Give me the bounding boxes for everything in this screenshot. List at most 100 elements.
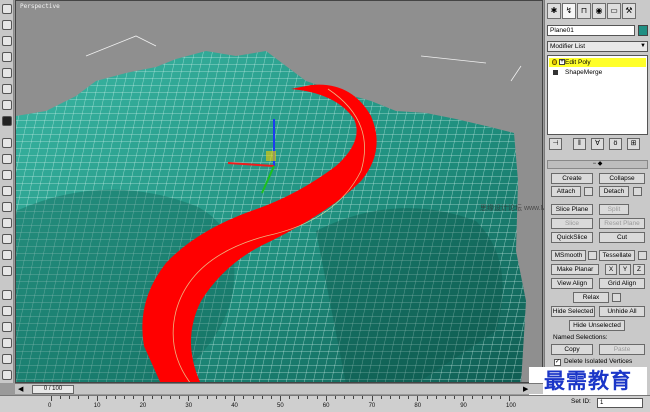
delete-isolated-checkbox[interactable]: ✓ (554, 359, 561, 366)
tool-icon[interactable] (2, 370, 12, 380)
edit-geometry-rollout-header[interactable]: − ◆ (547, 160, 648, 169)
modifier-list-dropdown[interactable]: Modifier List ▼ (547, 41, 648, 52)
slice-plane-button[interactable]: Slice Plane (551, 204, 593, 215)
collapse-button[interactable]: Collapse (599, 173, 645, 184)
tool-icon[interactable] (2, 354, 12, 364)
attach-settings-icon[interactable] (584, 187, 593, 196)
next-frame-icon[interactable]: ▶ (523, 385, 528, 393)
tab-utilities[interactable]: ⚒ (622, 3, 636, 19)
msmooth-button[interactable]: MSmooth (551, 250, 586, 261)
ruler-tick (115, 396, 117, 399)
ruler-tick (179, 396, 181, 399)
tool-icon[interactable] (2, 322, 12, 332)
time-slider-bar[interactable]: ◀ 0 / 100 ▶ (15, 383, 543, 394)
stack-item-edit-poly[interactable]: + Edit Poly (549, 58, 646, 67)
tab-hierarchy[interactable]: ⊓ (577, 3, 591, 19)
viewport-label[interactable]: Perspective (20, 3, 60, 10)
modifier-stack: + Edit Poly ShapeMerge (547, 55, 648, 135)
detach-settings-icon[interactable] (633, 187, 642, 196)
tool-icon[interactable] (2, 116, 12, 126)
copy-button[interactable]: Copy (551, 344, 593, 355)
hide-unselected-button[interactable]: Hide Unselected (569, 320, 625, 331)
stack-item-shapemerge[interactable]: ShapeMerge (549, 68, 646, 77)
perspective-viewport[interactable]: Perspective (15, 0, 543, 383)
grid-align-button[interactable]: Grid Align (599, 278, 645, 289)
tool-icon[interactable] (2, 170, 12, 180)
object-icon (553, 70, 558, 75)
set-id-field[interactable]: 1 (597, 398, 643, 408)
ruler-tick (206, 396, 208, 399)
ruler-tick (362, 396, 364, 399)
pin-stack-icon[interactable]: ⊣ (549, 138, 562, 150)
tool-icon[interactable] (2, 306, 12, 316)
tool-icon[interactable] (2, 20, 12, 30)
hide-selected-button[interactable]: Hide Selected (551, 306, 595, 317)
planar-x-button[interactable]: X (605, 264, 617, 275)
ruler-tick (51, 396, 52, 401)
slice-button[interactable]: Slice (551, 218, 593, 229)
paste-button[interactable]: Paste (599, 344, 645, 355)
modifier-list-label: Modifier List (550, 43, 586, 50)
reset-plane-button[interactable]: Reset Plane (599, 218, 645, 229)
tool-icon[interactable] (2, 338, 12, 348)
tab-create[interactable]: ✱ (547, 3, 561, 19)
ruler-tick (344, 396, 346, 399)
tool-icon[interactable] (2, 202, 12, 212)
tool-icon[interactable] (2, 138, 12, 148)
remove-modifier-icon[interactable]: ö (609, 138, 622, 150)
planar-y-button[interactable]: Y (619, 264, 631, 275)
tool-icon[interactable] (2, 36, 12, 46)
make-planar-button[interactable]: Make Planar (551, 264, 599, 275)
ruler-tick (289, 396, 291, 399)
tool-icon[interactable] (2, 186, 12, 196)
previous-frame-icon[interactable]: ◀ (18, 385, 23, 393)
tool-icon[interactable] (2, 52, 12, 62)
tool-icon[interactable] (2, 290, 12, 300)
make-unique-icon[interactable]: ∀ (591, 138, 604, 150)
detach-button[interactable]: Detach (599, 186, 629, 197)
expand-icon[interactable]: + (559, 59, 565, 65)
cut-button[interactable]: Cut (599, 232, 645, 243)
ruler-tick (96, 396, 98, 401)
ruler-tick (408, 396, 410, 399)
tool-icon[interactable] (2, 84, 12, 94)
ruler-tick (252, 396, 254, 399)
tab-modify[interactable]: ↯ (562, 3, 576, 19)
unhide-all-button[interactable]: Unhide All (599, 306, 645, 317)
view-align-button[interactable]: View Align (551, 278, 593, 289)
tool-icon[interactable] (2, 250, 12, 260)
lightbulb-icon[interactable] (552, 59, 557, 65)
quickslice-button[interactable]: QuickSlice (551, 232, 593, 243)
object-color-swatch[interactable] (638, 25, 648, 36)
tool-icon[interactable] (2, 218, 12, 228)
msmooth-settings-icon[interactable] (588, 251, 597, 260)
tool-icon[interactable] (2, 100, 12, 110)
ruler-label: 40 (231, 403, 238, 409)
ruler-label: 0 (48, 403, 52, 409)
tool-icon[interactable] (2, 266, 12, 276)
tool-icon[interactable] (2, 68, 12, 78)
split-checkbox[interactable]: Split (599, 204, 629, 215)
watermark-logo-text: 最需教育 (529, 367, 647, 395)
configure-sets-icon[interactable]: ⊞ (627, 138, 640, 150)
ruler-label: 70 (368, 403, 376, 409)
tool-icon[interactable] (2, 4, 12, 14)
relax-settings-icon[interactable] (612, 293, 621, 302)
track-bar-ruler[interactable]: 0 10 20 30 40 50 60 70 80 90 100 Set ID: 1 (0, 395, 650, 412)
time-slider-thumb[interactable]: 0 / 100 (32, 385, 74, 394)
planar-z-button[interactable]: Z (633, 264, 645, 275)
tab-motion[interactable]: ◉ (592, 3, 606, 19)
tool-icon[interactable] (2, 234, 12, 244)
relax-button[interactable]: Relax (573, 292, 609, 303)
object-name-field[interactable]: Plane01 (547, 25, 635, 36)
tab-display[interactable]: ▭ (607, 3, 621, 19)
ruler-tick (316, 396, 318, 399)
show-end-result-icon[interactable]: ‖ (573, 138, 586, 150)
left-toolbar (0, 0, 14, 383)
attach-button[interactable]: Attach (551, 186, 581, 197)
create-button[interactable]: Create (551, 173, 593, 184)
tessellate-button[interactable]: Tessellate (599, 250, 635, 261)
tessellate-settings-icon[interactable] (638, 251, 647, 260)
ruler-tick (124, 396, 126, 399)
tool-icon[interactable] (2, 154, 12, 164)
